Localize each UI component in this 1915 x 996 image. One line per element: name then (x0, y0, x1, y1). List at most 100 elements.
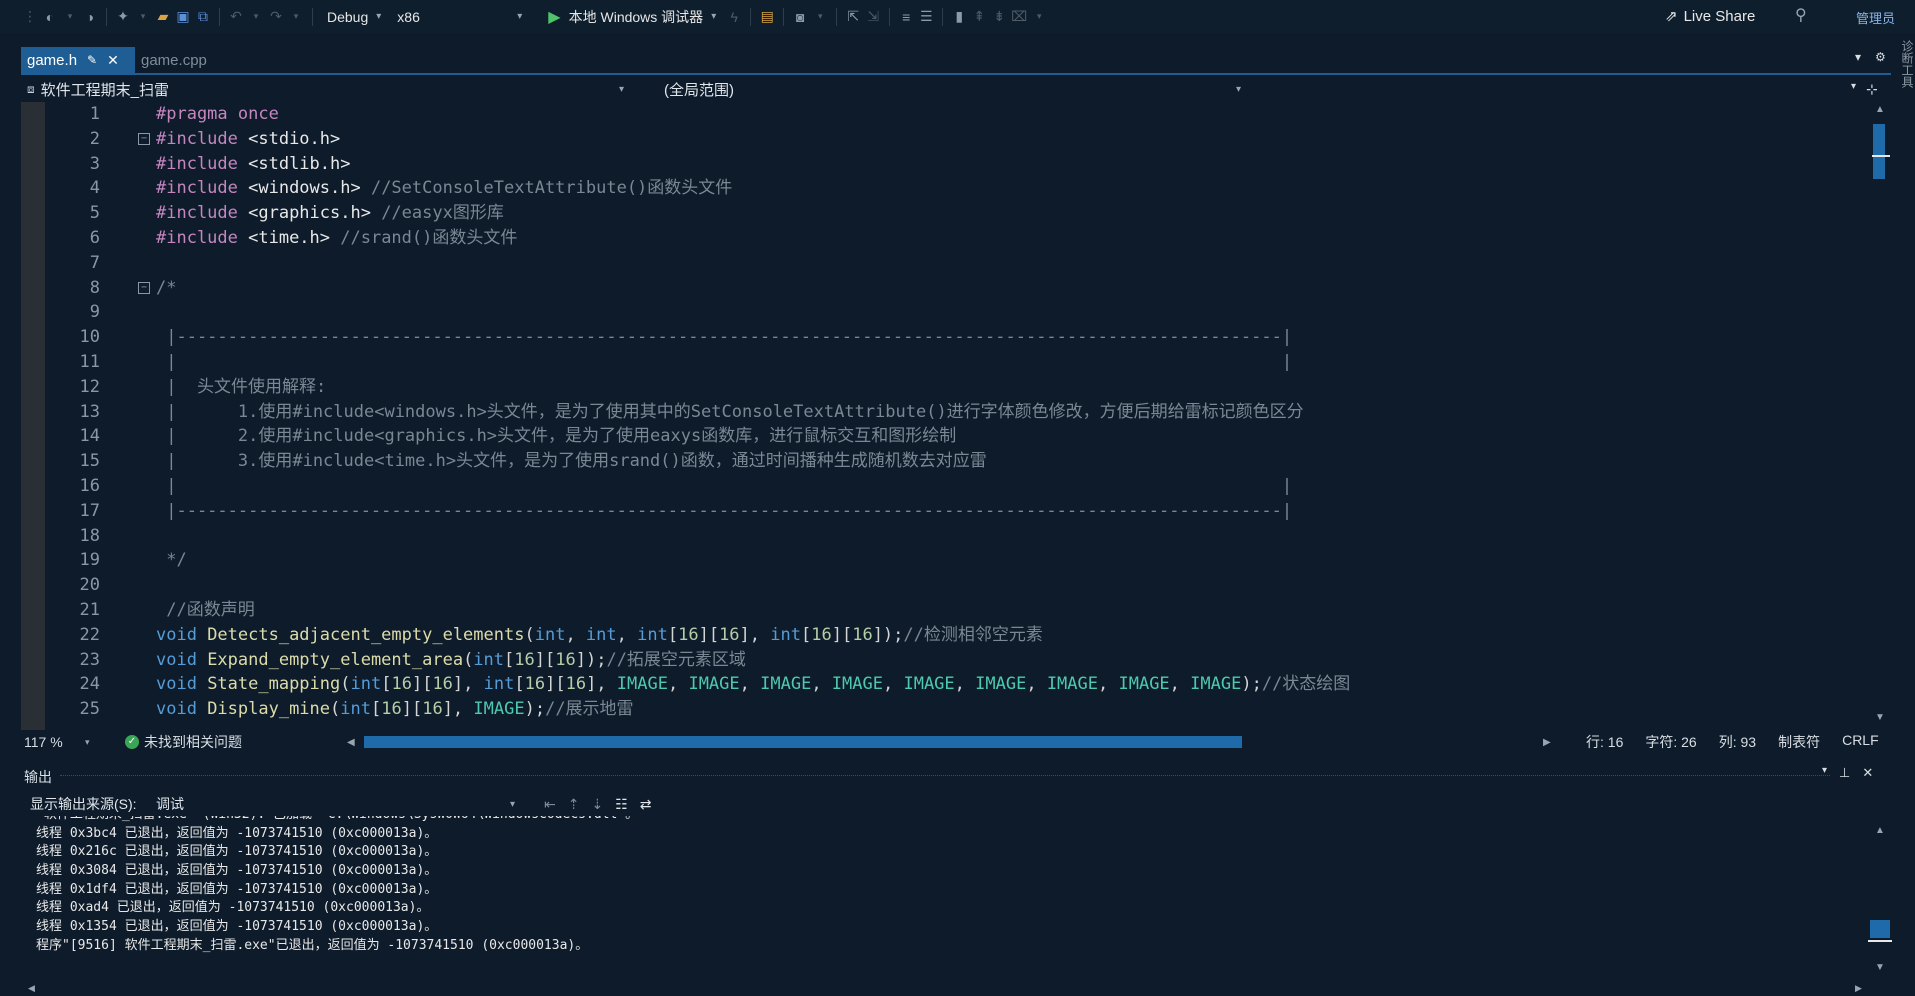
code-line[interactable]: 7 (45, 251, 1875, 276)
back-icon[interactable]: ◐ (40, 9, 60, 25)
clear-bookmarks-icon[interactable]: ⌧ (1009, 8, 1029, 25)
code-line[interactable]: 17 |------------------------------------… (45, 499, 1875, 524)
scroll-thumb[interactable] (1873, 124, 1885, 179)
hot-reload-icon[interactable]: ϟ (724, 9, 744, 25)
member-dropdown-icon[interactable]: ▾ (1851, 81, 1856, 98)
code-line[interactable]: 23 void Expand_empty_element_area(int[16]… (45, 648, 1875, 673)
live-share-button[interactable]: ⇗ Live Share (1665, 7, 1755, 26)
code-line[interactable]: 25 void Display_mine(int[16][16], IMAGE);… (45, 697, 1875, 722)
code-editor[interactable]: 1 #pragma once 2− #include <stdio.h> 3 #inclu… (21, 102, 1891, 730)
chevron-down-icon[interactable]: ▾ (1236, 84, 1241, 95)
chevron-down-icon[interactable]: ▾ (619, 84, 624, 95)
scroll-right-icon[interactable]: ▶ (1855, 983, 1862, 994)
next-bookmark-icon[interactable]: ⇟ (989, 8, 1009, 25)
find-message-icon[interactable]: ⇤ (544, 796, 556, 813)
save-all-icon[interactable]: ⧉ (193, 8, 213, 25)
code-line[interactable]: 6 #include <time.h> //srand()函数头文件 (45, 226, 1875, 251)
code-line[interactable]: 24 void State_mapping(int[16][16], int[16… (45, 672, 1875, 697)
zoom-level[interactable]: 117 % (24, 734, 63, 750)
editor-vertical-scrollbar[interactable] (1872, 102, 1890, 730)
word-wrap-icon[interactable]: ⇄ (640, 796, 652, 813)
step-icon[interactable]: ⇱ (843, 8, 863, 25)
new-dropdown-icon[interactable]: ▾ (133, 11, 153, 22)
collapse-icon[interactable]: − (138, 132, 150, 145)
col-indicator[interactable]: 列: 93 (1719, 732, 1756, 752)
scroll-down-icon[interactable]: ▼ (1875, 712, 1885, 723)
code-line[interactable]: 15 | 3.使用#include<time.h>头文件，是为了使用srand(… (45, 449, 1875, 474)
bookmark-icon[interactable]: ▮ (949, 8, 969, 25)
step-over-icon[interactable]: ⇲ (863, 8, 883, 25)
uncomment-icon[interactable]: ☰ (916, 8, 936, 25)
line-ending[interactable]: CRLF (1842, 732, 1879, 752)
code-line[interactable]: 2 − #include <stdio.h> (45, 127, 1875, 152)
comment-icon[interactable]: ≡ (896, 9, 916, 25)
close-icon[interactable]: ✕ (1862, 765, 1873, 781)
collapse-icon[interactable]: − (138, 281, 150, 294)
chevron-down-icon[interactable]: ▾ (510, 799, 515, 810)
scroll-left-icon[interactable]: ◀ (347, 737, 355, 748)
code-line[interactable]: 20 (45, 573, 1875, 598)
toolbar-overflow-icon[interactable]: ▾ (1029, 11, 1049, 22)
horizontal-scroll-thumb[interactable] (364, 736, 1242, 748)
tab-list-dropdown-icon[interactable]: ▾ (1855, 50, 1861, 64)
close-icon[interactable]: ✕ (107, 52, 119, 69)
new-project-icon[interactable]: ✦ (113, 8, 133, 25)
prev-bookmark-icon[interactable]: ⇞ (969, 8, 989, 25)
clear-all-icon[interactable]: ☷ (615, 796, 628, 813)
code-line[interactable]: 19 */ (45, 548, 1875, 573)
feedback-icon[interactable]: ⚲ (1795, 5, 1807, 25)
code-line[interactable]: 22 void Detects_adjacent_empty_elements(i… (45, 623, 1875, 648)
config-dropdown[interactable]: Debug ▾ (327, 9, 381, 25)
browse-folder-icon[interactable]: ▤ (757, 8, 777, 25)
code-line[interactable]: 5 #include <graphics.h> //easyx图形库 (45, 201, 1875, 226)
scope-dropdown[interactable]: (全局范围) (664, 79, 734, 100)
chevron-down-icon[interactable]: ▾ (85, 737, 90, 748)
gear-icon[interactable]: ⚙ (1875, 50, 1886, 64)
code-line[interactable]: 16 | | (45, 474, 1875, 499)
code-line[interactable]: 9 (45, 300, 1875, 325)
screenshot-dropdown-icon[interactable]: ▾ (810, 11, 830, 22)
code-line[interactable]: 10 |------------------------------------… (45, 325, 1875, 350)
scroll-right-icon[interactable]: ▶ (1543, 737, 1551, 748)
tab-game-h[interactable]: game.h ✎ ✕ (21, 47, 135, 73)
output-source-select[interactable]: 调试 (156, 794, 184, 814)
project-dropdown[interactable]: ⧈ 软件工程期末_扫雷 (27, 79, 169, 100)
redo-icon[interactable]: ↷ (266, 8, 286, 25)
scroll-up-icon[interactable]: ▲ (1875, 825, 1885, 836)
output-scroll-thumb[interactable] (1870, 920, 1890, 938)
issues-indicator[interactable]: ✓ 未找到相关问题 (125, 732, 242, 752)
run-debugger-button[interactable]: ▶ 本地 Windows 调试器 ▾ (538, 7, 716, 27)
panel-drag-grip[interactable] (60, 775, 1830, 776)
code-line[interactable]: 3 #include <stdlib.h> (45, 152, 1875, 177)
code-line[interactable]: 14 | 2.使用#include<graphics.h>头文件，是为了使用ea… (45, 424, 1875, 449)
split-editor-icon[interactable]: ⊹ (1866, 81, 1878, 98)
indent-mode[interactable]: 制表符 (1778, 732, 1820, 752)
platform-dropdown[interactable]: x86 ▾ (397, 9, 522, 25)
screenshot-icon[interactable]: ◙ (790, 9, 810, 25)
tab-game-cpp[interactable]: game.cpp (135, 47, 255, 73)
scroll-up-icon[interactable]: ▲ (1875, 104, 1885, 115)
output-log[interactable]: 软件工程期末_扫雷.exe" (Win32): 已加载 "C:\Windows\… (24, 816, 1854, 976)
code-line[interactable]: 4 #include <windows.h> //SetConsoleTextAt… (45, 176, 1875, 201)
code-line[interactable]: 8 −/* (45, 276, 1875, 301)
forward-icon[interactable]: ◑ (80, 9, 100, 25)
save-icon[interactable]: ▣ (173, 8, 193, 25)
open-folder-icon[interactable]: ▰ (153, 8, 173, 25)
code-line[interactable]: 18 (45, 524, 1875, 549)
pin-icon[interactable]: ⊥ (1839, 765, 1850, 781)
panel-dropdown-icon[interactable]: ▾ (1822, 765, 1827, 781)
code-line[interactable]: 12 | 头文件使用解释: (45, 375, 1875, 400)
pin-icon[interactable]: ✎ (87, 53, 97, 67)
back-dropdown-icon[interactable]: ▾ (60, 11, 80, 22)
code-line[interactable]: 1 #pragma once (45, 102, 1875, 127)
diagnostic-tools-side-tab[interactable]: 诊断工具 (1898, 40, 1914, 88)
row-indicator[interactable]: 行: 16 (1586, 732, 1623, 752)
char-indicator[interactable]: 字符: 26 (1645, 732, 1696, 752)
scroll-down-icon[interactable]: ▼ (1875, 962, 1885, 973)
undo-dropdown-icon[interactable]: ▾ (246, 11, 266, 22)
undo-icon[interactable]: ↶ (226, 8, 246, 25)
code-line[interactable]: 21 //函数声明 (45, 598, 1875, 623)
redo-dropdown-icon[interactable]: ▾ (286, 11, 306, 22)
code-line[interactable]: 11 | | (45, 350, 1875, 375)
code-line[interactable]: 13 | 1.使用#include<windows.h>头文件，是为了使用其中的… (45, 400, 1875, 425)
